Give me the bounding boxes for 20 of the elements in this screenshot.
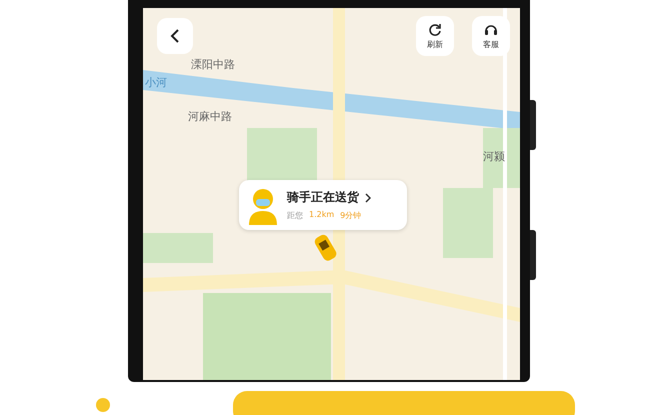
back-icon — [170, 28, 180, 44]
eta-value: 9分钟 — [340, 210, 362, 221]
map-label: 小河 — [145, 76, 167, 89]
chevron-icon — [365, 192, 371, 202]
grass-area — [143, 233, 213, 263]
headset-icon — [484, 22, 498, 36]
map-label: 河颍 — [483, 150, 505, 163]
status-dot — [96, 398, 110, 412]
distance-value: 1.2km — [309, 210, 334, 221]
grass-area — [443, 188, 493, 258]
back-button[interactable] — [157, 18, 193, 54]
distance-label: 距您 — [287, 210, 303, 221]
rider-status-card[interactable]: 骑手正在送货 距您 1.2km 9分钟 — [239, 180, 407, 230]
map-label: 河麻中路 — [188, 110, 232, 123]
support-button[interactable]: 客服 — [472, 16, 510, 56]
refresh-icon — [428, 22, 442, 36]
grass-area — [483, 128, 520, 188]
rider-status-title: 骑手正在送货 — [287, 189, 359, 206]
map-label: 溧阳中路 — [191, 58, 235, 71]
refresh-button[interactable]: 刷新 — [416, 16, 454, 56]
